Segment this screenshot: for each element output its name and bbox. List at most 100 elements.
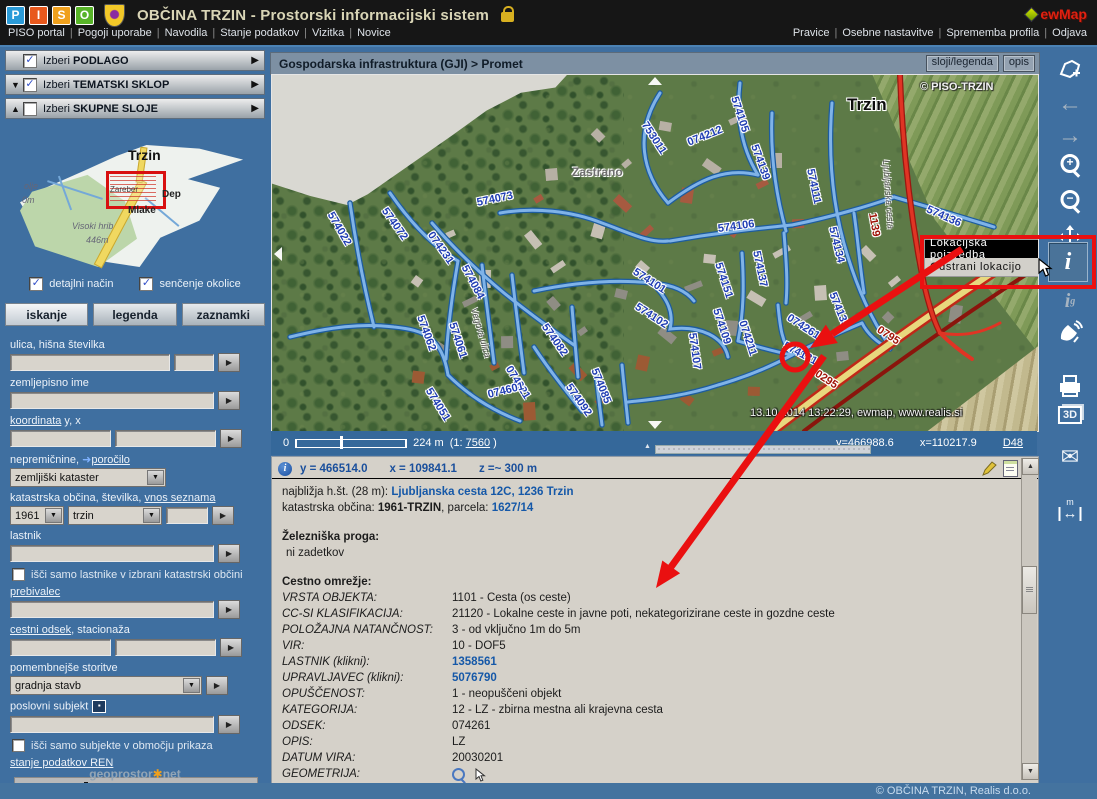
menu-item-lokacijska-poizvedba[interactable]: Lokacijska poizvedba: [925, 240, 1039, 258]
expand-arrow-icon[interactable]: ▶: [251, 103, 259, 114]
subject-info-icon[interactable]: ▪: [92, 700, 106, 713]
nearest-address-link[interactable]: Ljubljanska cesta 12C, 1236 Trzin: [391, 486, 573, 498]
menu-item[interactable]: PISO portal: [8, 27, 65, 39]
parcel-input[interactable]: [166, 507, 208, 524]
dropdown-icon[interactable]: ▼: [45, 508, 62, 523]
opis-button[interactable]: opis: [1003, 55, 1035, 72]
print-button[interactable]: [1057, 374, 1083, 398]
collapse-icon[interactable]: ▲: [11, 104, 23, 114]
placename-search-button[interactable]: ▶: [218, 391, 240, 410]
street-search-button[interactable]: ▶: [218, 353, 240, 372]
layer-bar-podlago[interactable]: Izberi PODLAGO ▶: [5, 50, 265, 71]
dropdown-icon[interactable]: ▼: [147, 470, 164, 485]
location-query-button[interactable]: i: [1048, 242, 1088, 282]
coord-y-input[interactable]: [10, 430, 111, 447]
menu-item[interactable]: Osebne nastavitve: [842, 27, 933, 39]
menu-item[interactable]: Pogoji uporabe: [78, 27, 152, 39]
owner-filter-checkbox[interactable]: [12, 568, 25, 581]
panel-splitter-grip[interactable]: [655, 445, 871, 454]
porocilo-link[interactable]: poročilo: [91, 454, 130, 466]
menu-item[interactable]: Pravice: [793, 27, 830, 39]
pencil-icon[interactable]: [981, 461, 997, 477]
option-shading[interactable]: senčenje okolice: [139, 277, 240, 291]
koordinata-link[interactable]: koordinata: [10, 415, 61, 427]
pan-down-icon[interactable]: [648, 421, 662, 429]
measure-button[interactable]: m↔: [1059, 498, 1082, 521]
collapse-icon[interactable]: ▼: [11, 80, 23, 90]
cursor-select-icon[interactable]: [475, 768, 486, 782]
datum-link[interactable]: D48: [1003, 437, 1023, 449]
services-select[interactable]: gradnja stavb▼: [10, 676, 202, 695]
menu-item[interactable]: Odjava: [1052, 27, 1087, 39]
layer-bar-tematski-sklop[interactable]: ▼ Izberi TEMATSKI SKLOP ▶: [5, 74, 265, 95]
stationing-input[interactable]: [115, 639, 216, 656]
tab-iskanje[interactable]: iskanje: [5, 303, 88, 326]
ko-number-select[interactable]: 1961▼: [10, 506, 64, 525]
resident-input[interactable]: [10, 601, 214, 618]
parcel-link[interactable]: 1627/14: [492, 502, 534, 514]
forward-button[interactable]: →: [1058, 122, 1082, 150]
gps-button[interactable]: [1057, 320, 1083, 346]
overview-map[interactable]: TrzinZareberDepMlakeVisoki hrib446molje0…: [20, 145, 250, 267]
tab-zaznamki[interactable]: zaznamki: [182, 303, 265, 326]
layer-checkbox[interactable]: [23, 78, 37, 92]
road-section-input[interactable]: [10, 639, 111, 656]
services-search-button[interactable]: ▶: [206, 676, 228, 695]
notepad-icon[interactable]: [1003, 460, 1018, 477]
checkbox[interactable]: [139, 277, 153, 291]
business-input[interactable]: [10, 716, 214, 733]
street-input[interactable]: [10, 354, 170, 371]
parcel-search-button[interactable]: ▶: [212, 506, 234, 525]
layer-checkbox[interactable]: [23, 102, 37, 116]
scale-ratio-link[interactable]: 7560: [466, 437, 490, 449]
pan-up-icon[interactable]: [648, 77, 662, 85]
option-detailed-mode[interactable]: detajlni način: [29, 277, 113, 291]
info-scrollbar[interactable]: ▲ ▼: [1021, 458, 1037, 780]
expand-arrow-icon[interactable]: ▶: [251, 55, 259, 66]
dropdown-icon[interactable]: ▼: [183, 678, 200, 693]
scroll-thumb[interactable]: [1022, 566, 1037, 614]
zoom-out-button[interactable]: −: [1061, 190, 1080, 209]
scale-thumb[interactable]: [340, 436, 343, 449]
map-viewport[interactable]: TrzinZastrano© PISO-TRZIN13.10.2014 13:2…: [271, 74, 1039, 432]
layer-bar-skupne-sloje[interactable]: ▲ Izberi SKUPNE SLOJE ▶: [5, 98, 265, 119]
coord-search-button[interactable]: ▶: [220, 429, 242, 448]
owner-search-button[interactable]: ▶: [218, 544, 240, 563]
menu-item[interactable]: Sprememba profila: [946, 27, 1039, 39]
road-search-button[interactable]: ▶: [220, 638, 242, 657]
coord-x-input[interactable]: [115, 430, 216, 447]
resident-search-button[interactable]: ▶: [218, 600, 240, 619]
cestni-odsek-link[interactable]: cestni odsek: [10, 624, 71, 636]
dropdown-icon[interactable]: ▼: [143, 508, 160, 523]
overview-extent-button[interactable]: [1058, 58, 1082, 80]
housenumber-input[interactable]: [174, 354, 214, 371]
back-button[interactable]: ←: [1058, 90, 1082, 118]
business-search-button[interactable]: ▶: [218, 715, 240, 734]
checkbox[interactable]: [29, 277, 43, 291]
tab-legenda[interactable]: legenda: [93, 303, 176, 326]
magnifier-icon[interactable]: [452, 768, 465, 781]
placename-input[interactable]: [10, 392, 214, 409]
attribute-value-link[interactable]: 1358561: [452, 655, 497, 671]
attribute-value-link[interactable]: 5076790: [452, 671, 497, 687]
sloji-legenda-button[interactable]: sloji/legenda: [926, 55, 999, 72]
owner-input[interactable]: [10, 545, 214, 562]
expand-arrow-icon[interactable]: ▶: [251, 79, 259, 90]
scroll-up-icon[interactable]: ▲: [1022, 458, 1039, 475]
email-button[interactable]: ✉: [1061, 444, 1079, 470]
3d-view-button[interactable]: 3D: [1058, 406, 1082, 424]
ko-name-select[interactable]: trzin▼: [68, 506, 162, 525]
zoom-in-button[interactable]: +: [1061, 154, 1080, 173]
group-query-button[interactable]: ig: [1065, 290, 1076, 313]
scale-line[interactable]: [295, 439, 407, 448]
menu-item[interactable]: Vizitka: [312, 27, 344, 39]
menu-item[interactable]: Stanje podatkov: [220, 27, 299, 39]
pan-left-icon[interactable]: [274, 247, 282, 261]
scroll-down-icon[interactable]: ▼: [1022, 763, 1039, 780]
prebivalec-link[interactable]: prebivalec: [10, 586, 60, 598]
layer-checkbox[interactable]: [23, 54, 37, 68]
subject-filter-checkbox[interactable]: [12, 739, 25, 752]
cadastre-select[interactable]: zemljiški kataster▼: [10, 468, 166, 487]
menu-item[interactable]: Navodila: [165, 27, 208, 39]
vnos-seznama-link[interactable]: vnos seznama: [145, 492, 216, 504]
